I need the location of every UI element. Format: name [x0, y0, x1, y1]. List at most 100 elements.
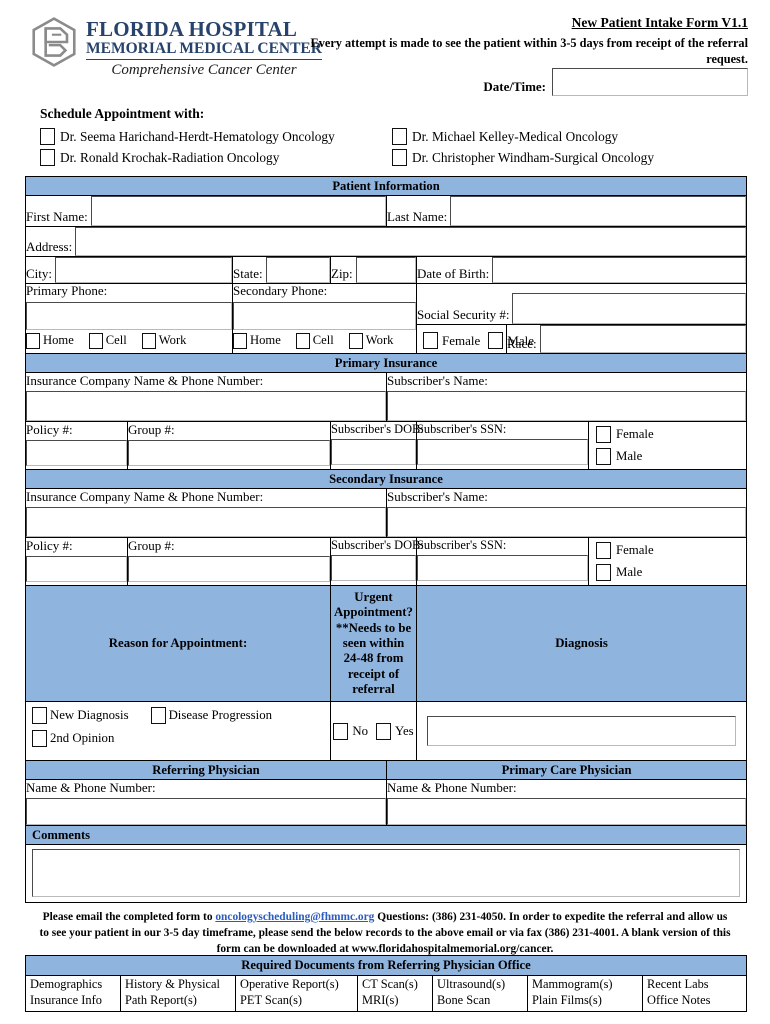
last-name-cell: Last Name:	[385, 195, 748, 227]
secondary-subscriber-dob-input[interactable]	[331, 555, 416, 581]
city-input[interactable]	[55, 257, 232, 283]
doctor-row: Dr. Ronald Krochak-Radiation Oncology Dr…	[40, 149, 740, 166]
secondary-male-option[interactable]: Male	[596, 564, 742, 581]
primary-subscriber-ssn-label: Subscriber's SSN:	[417, 422, 507, 436]
secondary-policy-label: Policy #:	[26, 538, 73, 553]
page-title: New Patient Intake Form V1.1	[571, 15, 748, 30]
main-form-table: Patient Information First Name: Last Nam…	[24, 176, 748, 904]
document-item: Plain Films(s)	[532, 992, 602, 1007]
primary-subscriber-dob-input[interactable]	[331, 439, 416, 465]
primary-female-option[interactable]: Female	[596, 426, 742, 443]
secondary-subscriber-dob-cell: Subscriber's DOB:	[330, 537, 424, 586]
primary-group-input[interactable]	[128, 440, 330, 466]
checkbox-icon[interactable]	[376, 722, 392, 740]
documents-column: CT Scan(s) MRI(s)	[357, 975, 433, 1012]
checkbox-icon[interactable]	[32, 730, 47, 748]
doctor-option-krochak[interactable]: Dr. Ronald Krochak-Radiation Oncology	[40, 149, 392, 166]
city-cell: City:	[25, 256, 233, 284]
secondary-policy-input[interactable]	[26, 556, 127, 582]
checkbox-icon[interactable]	[233, 332, 247, 349]
doctor-option-kelley[interactable]: Dr. Michael Kelley-Medical Oncology	[392, 128, 740, 145]
checkbox-icon[interactable]	[392, 128, 407, 145]
checkbox-icon[interactable]	[596, 426, 611, 443]
checkbox-icon[interactable]	[596, 564, 611, 581]
checkbox-icon[interactable]	[488, 332, 504, 349]
checkbox-icon[interactable]	[141, 332, 156, 349]
secondary-group-input[interactable]	[128, 556, 330, 582]
reason-line-2: 2nd Opinion	[32, 730, 324, 748]
document-item: CT Scan(s)	[362, 977, 418, 992]
primary-subscriber-name-input[interactable]	[387, 391, 747, 421]
race-cell: Race:	[505, 324, 748, 354]
checkbox-icon[interactable]	[348, 332, 363, 349]
state-cell: State:	[232, 256, 331, 284]
secondary-insurance-detail-row: Policy #: Group #: Subscriber's DOB: Sub…	[25, 537, 748, 586]
checkbox-icon[interactable]	[596, 542, 611, 559]
hospital-logo: FLORIDA HOSPITAL MEMORIAL MEDICAL CENTER…	[28, 16, 322, 79]
secondary-subscriber-gender-cell: Female Male	[587, 537, 748, 586]
primary-subscriber-gender-cell: Female Male	[587, 421, 748, 470]
first-name-input[interactable]	[90, 196, 386, 226]
secondary-company-input[interactable]	[26, 507, 386, 537]
doctor-option-windham[interactable]: Dr. Christopher Windham-Surgical Oncolog…	[392, 149, 740, 166]
secondary-subscriber-name-label: Subscriber's Name:	[387, 489, 488, 504]
checkbox-icon[interactable]	[333, 722, 349, 740]
checkbox-icon[interactable]	[596, 448, 611, 465]
address-input[interactable]	[75, 227, 747, 256]
documents-column: Mammogram(s) Plain Films(s)	[527, 975, 643, 1012]
primary-company-cell: Insurance Company Name & Phone Number:	[25, 372, 387, 422]
secondary-subscriber-ssn-input[interactable]	[417, 555, 588, 581]
secondary-subscriber-ssn-label: Subscriber's SSN:	[417, 538, 507, 552]
comments-input[interactable]	[32, 849, 741, 898]
pcp-input[interactable]	[387, 798, 747, 826]
secondary-subscriber-name-input[interactable]	[387, 507, 747, 537]
reason-label: New Diagnosis	[50, 708, 129, 723]
required-documents-row: Demographics Insurance Info History & Ph…	[25, 975, 747, 1012]
checkbox-icon[interactable]	[392, 149, 407, 166]
address-cell: Address:	[24, 226, 748, 257]
datetime-input[interactable]	[552, 68, 748, 96]
secondary-group-label: Group #:	[128, 538, 175, 553]
primary-company-input[interactable]	[26, 391, 386, 421]
primary-policy-cell: Policy #:	[25, 421, 128, 470]
checkbox-icon[interactable]	[40, 128, 55, 145]
ssn-input[interactable]	[512, 293, 747, 324]
checkbox-icon[interactable]	[32, 707, 47, 725]
checkbox-icon[interactable]	[26, 332, 40, 349]
documents-column: Demographics Insurance Info	[25, 975, 121, 1012]
doctor-label: Dr. Christopher Windham-Surgical Oncolog…	[412, 149, 654, 165]
document-item: Mammogram(s)	[532, 977, 613, 992]
reason-header: Reason for Appointment:	[25, 584, 331, 703]
state-input[interactable]	[265, 257, 330, 283]
race-input[interactable]	[539, 325, 747, 353]
secondary-phone-type-group: Home Cell Work	[233, 332, 416, 349]
schedule-appointment-title: Schedule Appointment with:	[40, 106, 205, 121]
doctor-option-harichand-herdt[interactable]: Dr. Seema Harichand-Herdt-Hematology Onc…	[40, 128, 392, 145]
primary-subscriber-ssn-input[interactable]	[417, 439, 588, 465]
primary-male-option[interactable]: Male	[596, 448, 742, 465]
scheduling-email-link[interactable]: oncologyscheduling@fhmmc.org	[215, 911, 374, 923]
checkbox-icon[interactable]	[295, 332, 310, 349]
female-label: Female	[616, 543, 654, 557]
secondary-phone-input[interactable]	[233, 301, 416, 330]
last-name-input[interactable]	[450, 196, 747, 226]
zip-input[interactable]	[355, 257, 416, 283]
primary-subscriber-name-label: Subscriber's Name:	[387, 373, 488, 388]
doctor-label: Dr. Michael Kelley-Medical Oncology	[412, 128, 619, 144]
dob-input[interactable]	[492, 257, 747, 283]
checkbox-icon[interactable]	[423, 332, 438, 349]
checkbox-icon[interactable]	[88, 332, 103, 349]
primary-policy-input[interactable]	[26, 440, 127, 466]
secondary-female-option[interactable]: Female	[596, 542, 742, 559]
diagnosis-input[interactable]	[427, 716, 737, 747]
form-subtitle: Every attempt is made to see the patient…	[310, 36, 748, 67]
primary-subscriber-ssn-cell: Subscriber's SSN:	[416, 421, 589, 470]
primary-phone-input[interactable]	[26, 301, 232, 330]
primary-phone-label: Primary Phone:	[26, 283, 108, 298]
doctor-row: Dr. Seema Harichand-Herdt-Hematology Onc…	[40, 128, 740, 145]
referring-physician-input[interactable]	[26, 798, 386, 826]
checkbox-icon[interactable]	[40, 149, 55, 166]
checkbox-icon[interactable]	[150, 707, 166, 725]
documents-column: History & Physical Path Report(s)	[120, 975, 236, 1012]
name-row: First Name: Last Name:	[25, 195, 748, 227]
